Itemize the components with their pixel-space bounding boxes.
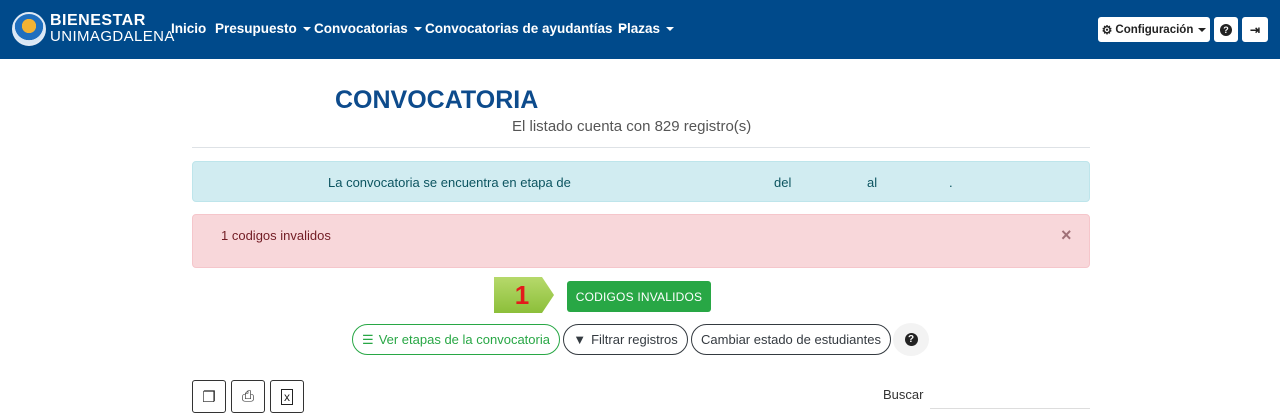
cambiar-estado-button[interactable]: Cambiar estado de estudiantes	[691, 324, 891, 355]
top-navbar: BIENESTAR UNIMAGDALENA Inicio Presupuest…	[0, 0, 1280, 59]
alert-message: 1 codigos invalidos	[221, 228, 331, 243]
list-icon: ☰	[362, 331, 374, 347]
nav-presupuesto[interactable]: Presupuesto	[215, 21, 311, 36]
copy-icon: ❐	[202, 388, 216, 406]
filtrar-registros-button[interactable]: ▼ Filtrar registros	[563, 324, 688, 355]
caret-down-icon	[666, 27, 675, 32]
nav-convocatorias-ayudantias[interactable]: Convocatorias de ayudantías	[425, 21, 627, 36]
stage-info-alert: La convocatoria se encuentra en etapa de…	[192, 161, 1090, 202]
stage-al: al	[867, 175, 878, 190]
sign-out-icon: ⇥	[1249, 22, 1261, 37]
invalid-codes-alert: 1 codigos invalidos ×	[192, 214, 1090, 268]
configuracion-dropdown-button[interactable]: ⚙ Configuración	[1098, 17, 1210, 42]
brand-title: BIENESTAR	[50, 12, 146, 29]
search-label: Buscar	[883, 387, 924, 402]
close-icon[interactable]: ×	[1061, 225, 1072, 246]
nav-inicio[interactable]: Inicio	[171, 21, 206, 36]
filter-icon: ▼	[573, 332, 587, 347]
record-count: El listado cuenta con 829 registro(s)	[512, 118, 752, 135]
actions-help-button[interactable]: ?	[893, 323, 929, 356]
question-circle-icon: ?	[1220, 23, 1232, 36]
stage-text: La convocatoria se encuentra en etapa de	[328, 175, 571, 190]
question-circle-icon: ?	[904, 333, 918, 346]
gear-icon: ⚙	[1101, 22, 1113, 37]
excel-export-button[interactable]: x	[270, 380, 304, 413]
excel-file-icon: x	[281, 388, 293, 405]
search-input[interactable]	[930, 379, 1090, 409]
page-title: CONVOCATORIA	[335, 86, 539, 114]
help-button[interactable]: ?	[1214, 17, 1238, 42]
copy-button[interactable]: ❐	[192, 380, 226, 413]
stage-del: del	[774, 175, 792, 190]
nav-convocatorias[interactable]: Convocatorias	[314, 21, 422, 36]
caret-down-icon	[1198, 27, 1207, 32]
invalid-codes-button[interactable]: CODIGOS INVALIDOS	[567, 281, 711, 312]
brand[interactable]: BIENESTAR UNIMAGDALENA	[12, 10, 175, 48]
brand-subtitle: UNIMAGDALENA	[50, 28, 175, 45]
caret-down-icon	[302, 27, 311, 32]
divider	[192, 147, 1090, 148]
unimagdalena-logo	[12, 12, 46, 46]
print-button[interactable]: ⎙	[231, 380, 265, 413]
ver-etapas-button[interactable]: ☰ Ver etapas de la convocatoria	[352, 324, 560, 355]
nav-plazas[interactable]: Plazas	[618, 21, 675, 36]
caret-down-icon	[413, 27, 422, 32]
step-marker: 1	[494, 277, 554, 313]
print-icon: ⎙	[241, 388, 254, 405]
logout-button[interactable]: ⇥	[1242, 17, 1268, 42]
stage-end: .	[949, 175, 953, 190]
